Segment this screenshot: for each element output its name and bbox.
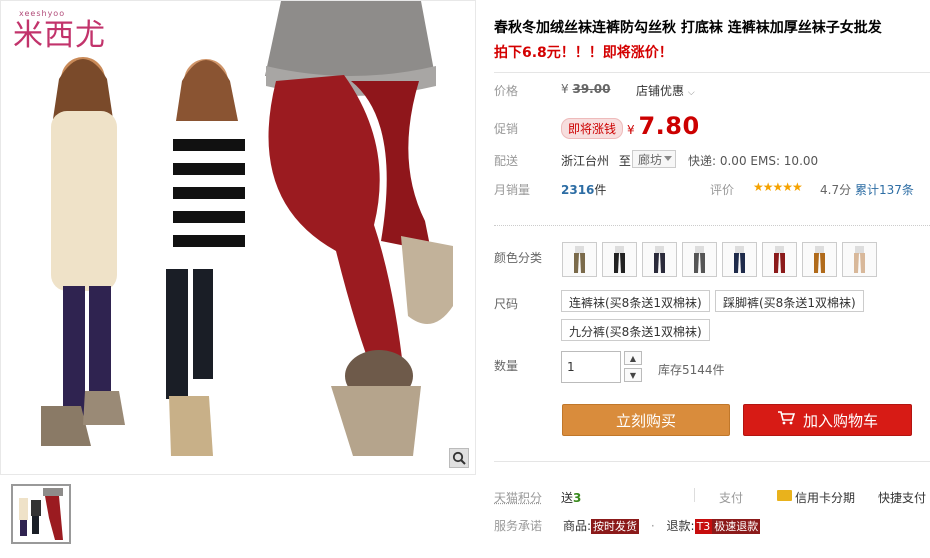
image-thumbnail[interactable] [11, 484, 71, 544]
service-commitments: 商品: 按时发货 · 退款: T3 极速退款 [563, 517, 761, 534]
promo-label: 促销 [494, 122, 519, 136]
promo-price: ¥ 7.80 [627, 112, 700, 140]
on-time-shipping-badge[interactable]: 按时发货 [591, 519, 640, 534]
quantity-input[interactable] [561, 351, 621, 383]
main-product-image[interactable]: xeeshyoo 米西尤 [0, 0, 476, 475]
tmall-points: 送3 [561, 489, 581, 506]
price-label: 价格 [494, 84, 519, 98]
original-price-value: 39.00 [572, 82, 611, 96]
star-rating-icon: ★★★★★ [753, 180, 803, 194]
product-title: 春秋冬加绒丝袜连裤防勾丝秋 打底袜 连裤袜加厚丝袜子女批发 [494, 20, 882, 36]
service-label: 服务承诺 [494, 519, 543, 533]
color-swatch-8[interactable] [842, 242, 877, 277]
divider [494, 461, 930, 462]
points-value: 3 [573, 491, 582, 505]
refund-prefix: 退款: [666, 519, 695, 533]
promo-tag: 即将涨钱 [561, 118, 624, 139]
separator: · [650, 519, 655, 533]
reviews-link[interactable]: 累计137条 [855, 181, 914, 198]
swatch-thumbnail [803, 243, 836, 276]
divider [694, 488, 695, 502]
models-illustration [41, 1, 453, 456]
destination-value: 廊坊 [638, 153, 663, 167]
cart-icon [777, 410, 796, 430]
shipping-cost: 快递: 0.00 EMS: 10.00 [688, 154, 819, 168]
magnifier-icon[interactable] [449, 448, 469, 468]
points-prefix: 送 [561, 491, 574, 505]
color-swatch-5[interactable] [722, 242, 757, 277]
shop-discount-label: 店铺优惠 [636, 84, 685, 98]
swatch-thumbnail [723, 243, 756, 276]
credit-card-icon [777, 490, 792, 501]
rating-score: 4.7分 [820, 183, 852, 197]
quantity-down-button[interactable]: ▼ [624, 368, 642, 382]
color-swatch-3[interactable] [642, 242, 677, 277]
color-swatch-6[interactable] [762, 242, 797, 277]
original-price: ¥ 39.00 [561, 82, 610, 96]
monthly-sales-label: 月销量 [494, 183, 531, 197]
product-subtitle: 拍下6.8元！！！即将涨价！ [494, 45, 673, 61]
destination-select[interactable]: 廊坊 [632, 150, 676, 168]
chevron-down-icon [664, 156, 672, 161]
currency-symbol: ¥ [561, 82, 569, 96]
buy-now-button[interactable]: 立刻购买 [562, 404, 730, 436]
payment-label: 支付 [719, 491, 744, 505]
fast-refund-badge[interactable]: 极速退款 [712, 519, 761, 534]
swatch-thumbnail [563, 243, 596, 276]
shipping-label: 配送 [494, 154, 519, 168]
swatch-thumbnail [843, 243, 876, 276]
size-label: 尺码 [494, 297, 519, 311]
swatch-thumbnail [603, 243, 636, 276]
buy-now-label: 立刻购买 [615, 411, 676, 430]
divider [494, 72, 930, 73]
brand-name: 米西尤 [13, 18, 106, 53]
ship-to-word: 至 [618, 154, 631, 168]
add-to-cart-button[interactable]: 加入购物车 [743, 404, 912, 436]
quantity-label: 数量 [494, 359, 519, 373]
monthly-sales: 2316件 [561, 181, 606, 198]
color-label: 颜色分类 [494, 251, 543, 265]
color-swatch-1[interactable] [562, 242, 597, 277]
size-option-pantyhose[interactable]: 连裤袜(买8条送1双棉袜) [561, 290, 710, 312]
monthly-sales-unit: 件 [594, 183, 607, 197]
t3-badge: T3 [694, 519, 713, 534]
brand-logo: xeeshyoo 米西尤 [13, 9, 106, 54]
brand-subtitle: xeeshyoo [19, 9, 66, 18]
tmall-points-label[interactable]: 天猫积分 [494, 489, 542, 506]
ship-origin: 浙江台州 [561, 154, 610, 168]
divider [494, 225, 930, 226]
chevron-down-icon: ⌵ [687, 88, 695, 98]
add-to-cart-label: 加入购物车 [802, 411, 878, 430]
color-swatches [562, 242, 877, 277]
quantity-up-button[interactable]: ▲ [624, 351, 642, 365]
ship-from: 浙江台州 至 [561, 152, 631, 169]
monthly-sales-count: 2316 [561, 183, 595, 197]
swatch-thumbnail [763, 243, 796, 276]
credit-installment[interactable]: 信用卡分期 [795, 489, 855, 506]
quick-pay[interactable]: 快捷支付 [878, 489, 926, 506]
color-swatch-2[interactable] [602, 242, 637, 277]
size-option-stirrup[interactable]: 踩脚裤(买8条送1双棉袜) [715, 290, 864, 312]
goods-prefix: 商品: [563, 519, 592, 533]
stock-count: 库存5144件 [658, 363, 725, 377]
swatch-thumbnail [683, 243, 716, 276]
currency-symbol: ¥ [627, 123, 635, 137]
promo-price-value: 7.80 [638, 112, 700, 140]
shop-discount-dropdown[interactable]: 店铺优惠 ⌵ [636, 82, 695, 99]
size-option-cropped[interactable]: 九分裤(买8条送1双棉袜) [561, 319, 710, 341]
color-swatch-4[interactable] [682, 242, 717, 277]
color-swatch-7[interactable] [802, 242, 837, 277]
rating-label: 评价 [710, 183, 735, 197]
product-page: xeeshyoo 米西尤 春秋冬加绒丝袜连裤防勾丝秋 打底袜 连裤袜加厚丝袜子女… [0, 0, 930, 558]
swatch-thumbnail [643, 243, 676, 276]
